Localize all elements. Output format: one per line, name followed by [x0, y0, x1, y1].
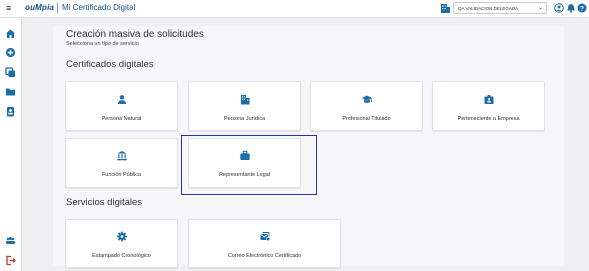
section-title-certificados: Certificados digitales	[66, 59, 154, 70]
card-label: Estampado Cronológico	[92, 253, 151, 259]
gear-icon	[116, 231, 127, 242]
user-circle-icon[interactable]	[554, 3, 564, 13]
person-icon	[117, 95, 126, 104]
institution-icon	[116, 151, 127, 161]
card-label: Persona Natural	[101, 116, 142, 122]
folder-icon[interactable]	[5, 86, 16, 97]
card-label: Función Pública	[101, 172, 142, 178]
building-icon[interactable]	[440, 2, 451, 14]
card-label: Profesional Titulado	[342, 116, 391, 122]
card-persona-juridica[interactable]: Persona Jurídica	[188, 81, 301, 131]
top-bar: ≡ ouMpia Mi Certificado Digital QA VALID…	[0, 0, 589, 18]
add-circle-icon[interactable]	[5, 47, 16, 58]
office-building-icon	[240, 95, 249, 105]
chevron-down-icon: ⌄	[537, 5, 543, 11]
mail-certificate-icon	[260, 232, 270, 242]
card-correo-certificado[interactable]: Correo Electrónico Certificado	[188, 219, 341, 268]
page-title: Creación masiva de solicitudes	[66, 29, 204, 40]
sidebar	[0, 18, 22, 271]
card-perteneciente-empresa[interactable]: Perteneciente a Empresa	[432, 81, 545, 131]
brand-logo[interactable]: ouMpia	[25, 3, 54, 13]
bell-icon[interactable]	[566, 3, 576, 13]
section-title-servicios: Servicios digitales	[66, 197, 143, 208]
card-estampado-cronologico[interactable]: Estampado Cronológico	[65, 219, 178, 268]
page-subtitle: Selecciona un tipo de servicio	[66, 41, 139, 47]
card-persona-natural[interactable]: Persona Natural	[65, 81, 178, 131]
badge-icon[interactable]	[5, 106, 16, 117]
card-profesional-titulado[interactable]: Profesional Titulado	[310, 81, 423, 131]
graduation-cap-icon	[361, 95, 372, 103]
id-card-icon	[484, 95, 493, 104]
home-icon[interactable]	[5, 28, 16, 39]
group-icon[interactable]	[5, 235, 16, 246]
layers-icon[interactable]	[5, 67, 16, 78]
card-label: Correo Electrónico Certificado	[227, 253, 302, 259]
logout-icon[interactable]	[5, 255, 16, 266]
card-funcion-publica[interactable]: Función Pública	[65, 138, 178, 188]
menu-icon[interactable]: ≡	[6, 3, 11, 13]
header-divider	[57, 3, 58, 13]
account-select-value: QA VALIDACION DELEGADA	[458, 6, 519, 11]
app-title: Mi Certificado Digital	[62, 3, 136, 12]
selection-highlight	[181, 135, 317, 195]
card-label: Perteneciente a Empresa	[457, 116, 520, 122]
svg-text:?: ?	[580, 5, 584, 12]
card-label: Persona Jurídica	[223, 116, 266, 122]
help-icon[interactable]: ?	[577, 3, 587, 13]
account-select[interactable]: QA VALIDACION DELEGADA ⌄	[453, 2, 547, 14]
